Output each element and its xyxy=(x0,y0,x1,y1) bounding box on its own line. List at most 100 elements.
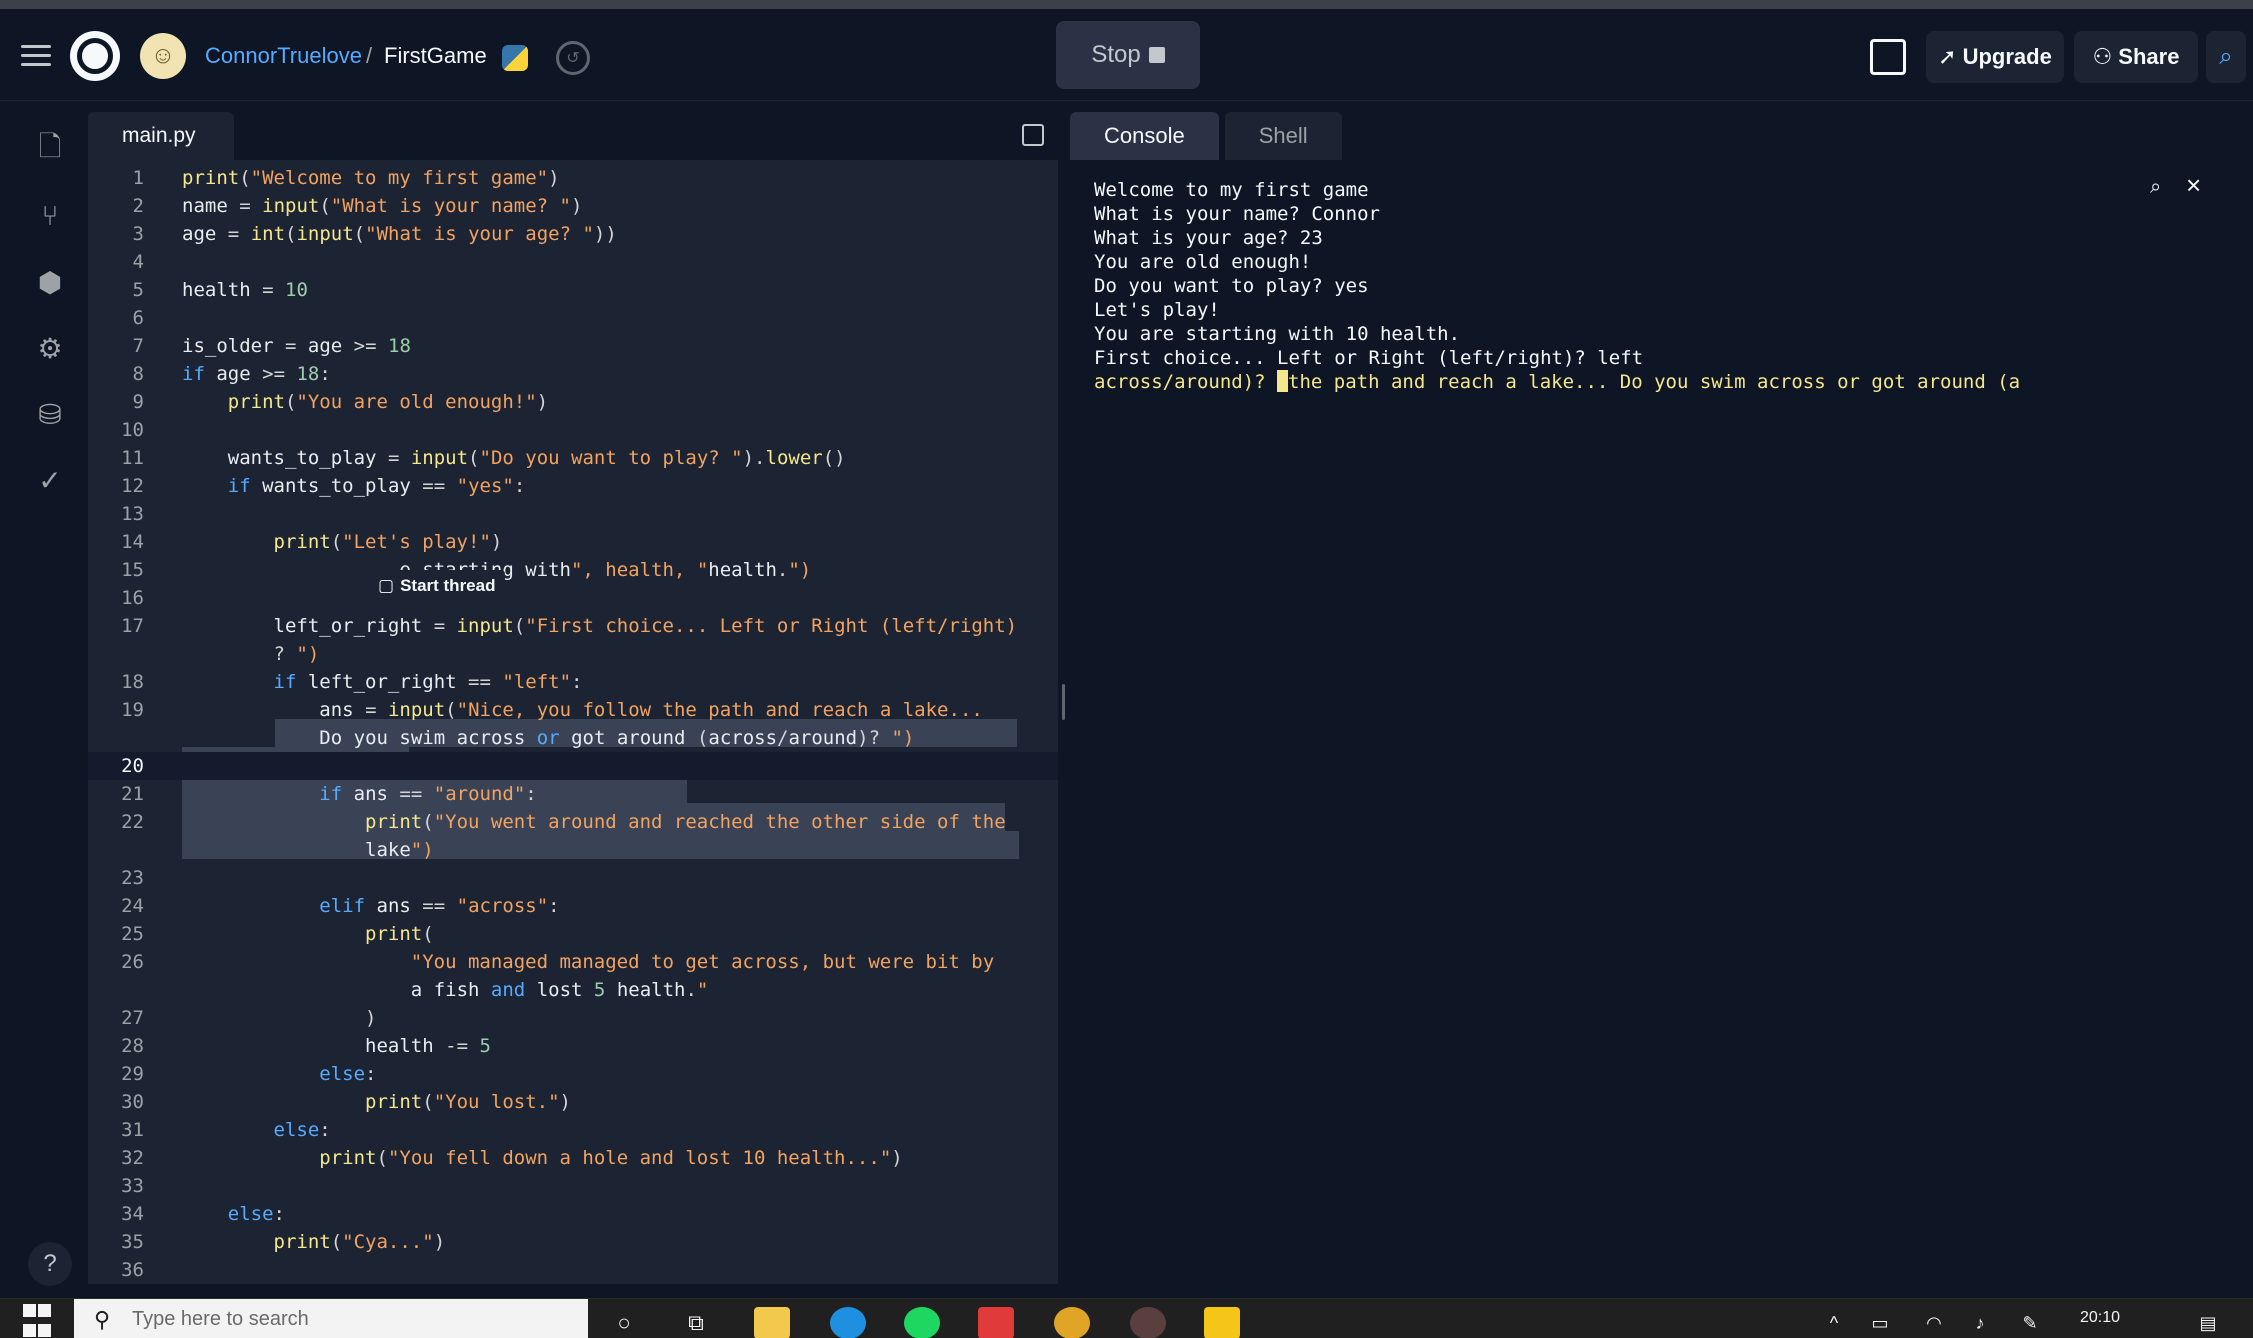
line-number: 7 xyxy=(132,335,144,357)
wifi-icon[interactable]: ◠ xyxy=(1916,1307,1952,1338)
pen-icon[interactable]: ✎ xyxy=(2012,1307,2048,1338)
clock[interactable]: 20:10 xyxy=(2080,1309,2120,1327)
code-line[interactable]: 13 xyxy=(88,500,1058,528)
chat-icon[interactable] xyxy=(1870,39,1906,75)
task-view-icon[interactable]: ⧉ xyxy=(678,1307,714,1338)
repl-name[interactable]: FirstGame xyxy=(384,39,487,73)
spotify-icon[interactable] xyxy=(904,1307,940,1338)
code-line[interactable]: 25 print( xyxy=(88,920,1058,948)
file-tab[interactable]: main.py xyxy=(88,112,234,160)
line-number: 24 xyxy=(121,895,144,917)
help-icon[interactable]: ? xyxy=(28,1242,72,1286)
code-line[interactable]: 1 print("Welcome to my first game") xyxy=(88,164,1058,192)
upgrade-button[interactable]: ➚ Upgrade xyxy=(1926,31,2064,83)
code-line[interactable]: 22 print("You went around and reached th… xyxy=(88,808,1058,836)
volume-icon[interactable]: ♪ xyxy=(1962,1307,1998,1338)
chevron-up-icon[interactable]: ^ xyxy=(1816,1307,1852,1338)
code-line[interactable]: 2 name = input("What is your name? ") xyxy=(88,192,1058,220)
code-line[interactable]: 26 "You managed managed to get across, b… xyxy=(88,948,1058,976)
start-thread-tooltip[interactable]: ▢ Start thread xyxy=(368,570,506,602)
console-output[interactable]: Welcome to my first game What is your na… xyxy=(1070,160,2250,1284)
tab-shell[interactable]: Shell xyxy=(1224,112,1342,160)
version-control-icon[interactable]: ⑂ xyxy=(32,198,68,234)
files-icon[interactable]: 🗋 xyxy=(32,131,68,168)
code-line[interactable]: 4 xyxy=(88,248,1058,276)
code-line[interactable]: 14 print("Let's play!") xyxy=(88,528,1058,556)
line-number: 9 xyxy=(132,391,144,413)
code-line[interactable]: 9 print("You are old enough!") xyxy=(88,388,1058,416)
code-line[interactable]: 33 xyxy=(88,1172,1058,1200)
chrome-profile-icon[interactable] xyxy=(1130,1307,1166,1338)
code-line[interactable]: 28 health -= 5 xyxy=(88,1032,1058,1060)
packages-icon[interactable]: ⬢ xyxy=(32,264,68,300)
console-prompt-line: across/around)? the path and reach a lak… xyxy=(1094,370,2020,394)
cortana-icon[interactable]: ○ xyxy=(606,1307,642,1338)
code-line[interactable]: 27 ) xyxy=(88,1004,1058,1032)
code-line[interactable]: 29 else: xyxy=(88,1060,1058,1088)
editor-options-icon[interactable] xyxy=(1022,124,1044,146)
windows-start-icon[interactable] xyxy=(22,1304,52,1338)
battery-icon[interactable]: ▭ xyxy=(1862,1307,1898,1338)
share-button[interactable]: ⚇ Share xyxy=(2074,31,2198,83)
code-line[interactable]: 12 if wants_to_play == "yes": xyxy=(88,472,1058,500)
code-line[interactable]: 15 e starting with", health, "health.") xyxy=(88,556,1058,584)
code-line[interactable]: 7 is_older = age >= 18 xyxy=(88,332,1058,360)
code-line[interactable]: 20 xyxy=(88,752,1058,780)
tab-console[interactable]: Console xyxy=(1070,112,1219,160)
checkmark-icon[interactable]: ✓ xyxy=(32,462,68,498)
code-line[interactable]: 35 print("Cya...") xyxy=(88,1228,1058,1256)
line-number: 4 xyxy=(132,251,144,273)
code-line[interactable]: lake") xyxy=(88,836,1058,864)
prompt-text-before: across/around)? xyxy=(1094,371,1278,393)
code-line[interactable]: 8 if age >= 18: xyxy=(88,360,1058,388)
pane-resize-handle[interactable] xyxy=(1062,684,1065,720)
history-icon[interactable]: ↺ xyxy=(556,41,590,75)
code-line[interactable]: ? ") xyxy=(88,640,1058,668)
code-line[interactable]: 16 xyxy=(88,584,1058,612)
console-search-icon[interactable]: ⌕ xyxy=(2150,176,2161,199)
code-area[interactable]: 1 print("Welcome to my first game") 2 name … xyxy=(88,160,1058,1284)
file-explorer-icon[interactable] xyxy=(754,1307,790,1338)
menu-icon[interactable] xyxy=(16,37,56,73)
settings-icon[interactable]: ⚙ xyxy=(32,330,68,366)
database-icon[interactable]: ⛁ xyxy=(32,396,68,432)
close-icon[interactable]: × xyxy=(2186,170,2201,201)
sticky-notes-icon[interactable] xyxy=(1204,1307,1240,1338)
code-line[interactable]: 11 wants_to_play = input("Do you want to… xyxy=(88,444,1058,472)
code-text: lake") xyxy=(365,839,434,861)
code-text: else: xyxy=(273,1119,331,1141)
code-line[interactable]: 34 else: xyxy=(88,1200,1058,1228)
code-line[interactable]: 23 xyxy=(88,864,1058,892)
code-text: if left_or_right == "left": xyxy=(273,671,583,693)
search-icon[interactable]: ⌕ xyxy=(2206,31,2246,83)
replit-logo-icon[interactable] xyxy=(70,31,120,81)
code-line[interactable]: 21 if ans == "around": xyxy=(88,780,1058,808)
user-link[interactable]: ConnorTruelove xyxy=(205,39,362,73)
code-line[interactable]: 3 age = int(input("What is your age? ")) xyxy=(88,220,1058,248)
taskbar-search-input[interactable]: ⚲ Type here to search xyxy=(74,1299,588,1338)
stop-button[interactable]: Stop xyxy=(1056,21,1200,89)
code-line[interactable]: 5 health = 10 xyxy=(88,276,1058,304)
avatar[interactable]: ☺ xyxy=(140,33,186,79)
chrome-icon[interactable] xyxy=(1054,1307,1090,1338)
code-line[interactable]: 24 elif ans == "across": xyxy=(88,892,1058,920)
console-line: Welcome to my first game xyxy=(1094,179,1369,201)
line-number: 35 xyxy=(121,1231,144,1253)
edge-icon[interactable] xyxy=(830,1307,866,1338)
code-line[interactable]: 10 xyxy=(88,416,1058,444)
code-line[interactable]: 17 left_or_right = input("First choice..… xyxy=(88,612,1058,640)
code-line[interactable]: 18 if left_or_right == "left": xyxy=(88,668,1058,696)
code-line[interactable]: a fish and lost 5 health." xyxy=(88,976,1058,1004)
code-line[interactable]: 36 xyxy=(88,1256,1058,1284)
code-line[interactable]: Do you swim across or got around (across… xyxy=(88,724,1058,752)
notifications-icon[interactable]: ▤ xyxy=(2190,1307,2226,1338)
code-line[interactable]: 30 print("You lost.") xyxy=(88,1088,1058,1116)
prompt-text-after: the path and reach a lake... Do you swim… xyxy=(1288,371,2021,393)
line-number: 2 xyxy=(132,195,144,217)
code-line[interactable]: 19 ans = input("Nice, you follow the pat… xyxy=(88,696,1058,724)
code-line[interactable]: 31 else: xyxy=(88,1116,1058,1144)
code-line[interactable]: 6 xyxy=(88,304,1058,332)
code-line[interactable]: 32 print("You fell down a hole and lost … xyxy=(88,1144,1058,1172)
console-pane: Console Shell Welcome to my first game W… xyxy=(1070,104,2250,1284)
media-app-icon[interactable] xyxy=(978,1307,1014,1338)
